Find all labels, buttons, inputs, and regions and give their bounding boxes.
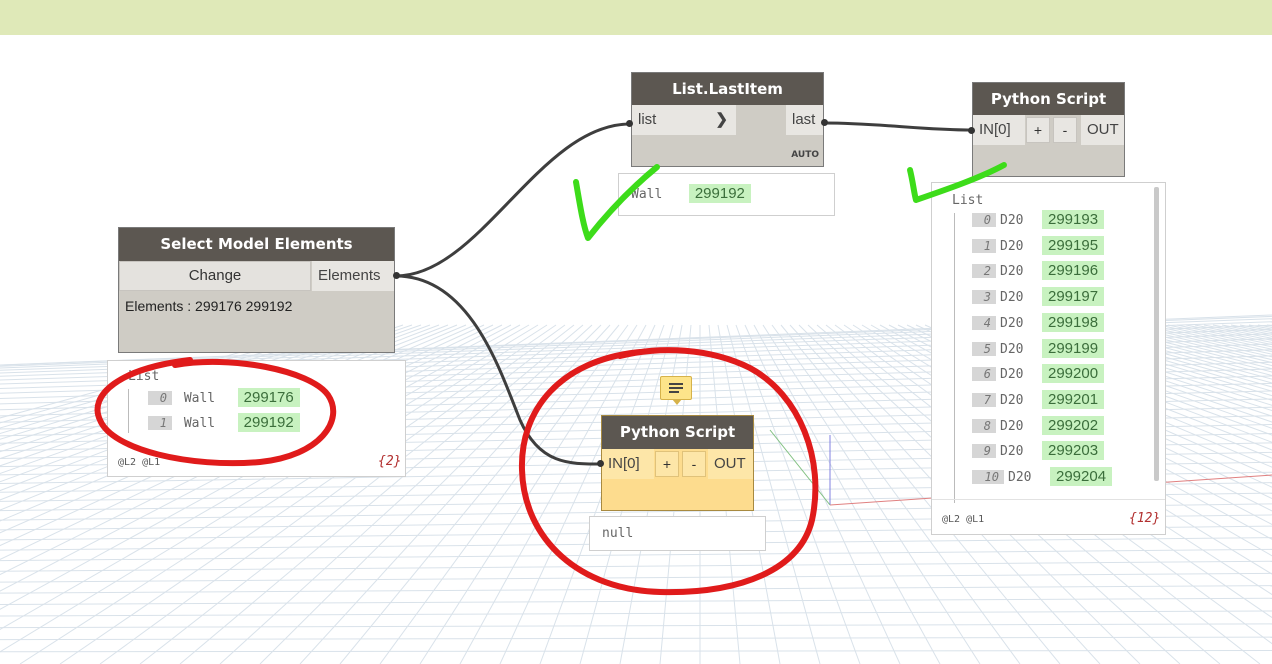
green-checkmark-annotation-left bbox=[573, 164, 660, 241]
red-circle-annotation-bottom bbox=[518, 347, 819, 596]
green-checkmark-annotation-right bbox=[907, 162, 1007, 203]
red-circle-annotation-left bbox=[94, 357, 337, 467]
annotations-layer bbox=[94, 162, 1007, 596]
